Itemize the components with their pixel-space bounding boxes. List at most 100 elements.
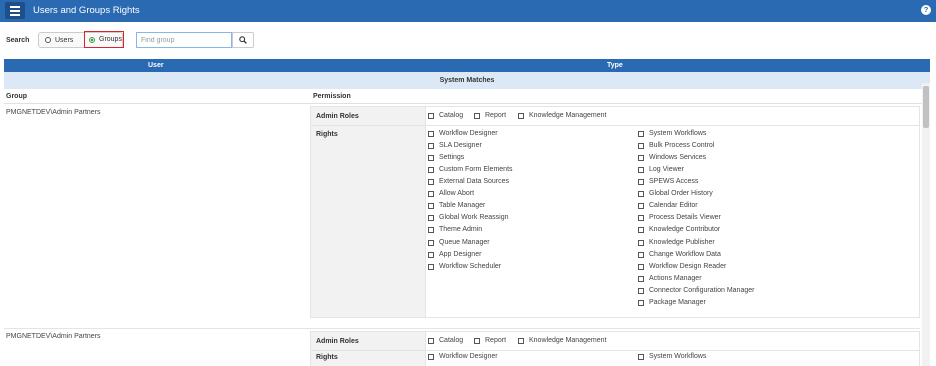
permission-panel: Admin Roles Rights Catalog Report Knowle…: [310, 106, 920, 318]
right-checkbox-queue-manager[interactable]: Queue Manager: [428, 239, 490, 246]
right-checkbox-sla-designer[interactable]: SLA Designer: [428, 142, 482, 149]
checkbox-label: Connector Configuration Manager: [649, 287, 755, 294]
scrollbar-thumb[interactable]: [923, 86, 929, 128]
role-checkbox-knowledge-management[interactable]: Knowledge Management: [518, 112, 606, 119]
header-user: User: [148, 61, 164, 69]
right-checkbox-custom-form-elements[interactable]: Custom Form Elements: [428, 166, 513, 173]
scrollbar[interactable]: [922, 83, 930, 366]
right-checkbox-package-manager[interactable]: Package Manager: [638, 299, 706, 306]
right-checkbox-workflow-scheduler[interactable]: Workflow Scheduler: [428, 263, 501, 270]
right-checkbox-connector-configuration-manager[interactable]: Connector Configuration Manager: [638, 287, 754, 294]
checkbox-icon: [638, 142, 644, 149]
right-checkbox-app-designer[interactable]: App Designer: [428, 251, 481, 258]
right-checkbox-table-manager[interactable]: Table Manager: [428, 202, 485, 209]
checkbox-icon: [638, 299, 644, 306]
checkbox-icon: [428, 166, 434, 173]
role-checkbox-catalog[interactable]: Catalog: [428, 337, 463, 344]
checkbox-label: Calendar Editor: [649, 202, 698, 209]
groups-radio-label: Groups: [99, 36, 122, 43]
app-header: Users and Groups Rights ?: [0, 0, 936, 22]
checkbox-label: Report: [485, 337, 507, 344]
checkbox-label: SPEWS Access: [649, 178, 699, 185]
right-checkbox-knowledge-publisher[interactable]: Knowledge Publisher: [638, 239, 715, 246]
checkbox-label: Queue Manager: [439, 239, 490, 246]
checkbox-label: External Data Sources: [439, 178, 510, 185]
checkbox-label: Catalog: [439, 337, 464, 344]
checkbox-icon: [428, 263, 434, 270]
role-checkbox-catalog[interactable]: Catalog: [428, 112, 463, 119]
search-type-toggle: Users Groups: [38, 31, 124, 48]
checkbox-icon: [638, 353, 644, 360]
checkbox-label: Global Order History: [649, 190, 713, 197]
checkbox-icon: [474, 112, 480, 119]
right-checkbox-theme-admin[interactable]: Theme Admin: [428, 226, 482, 233]
right-checkbox-bulk-process-control[interactable]: Bulk Process Control: [638, 142, 714, 149]
checkbox-label: Workflow Scheduler: [439, 263, 502, 270]
right-checkbox-workflow-designer[interactable]: Workflow Designer: [428, 353, 498, 360]
checkbox-label: Change Workflow Data: [649, 251, 721, 258]
column-group: Group: [6, 93, 27, 100]
right-checkbox-log-viewer[interactable]: Log Viewer: [638, 166, 684, 173]
checkbox-icon: [638, 275, 644, 282]
role-checkbox-report[interactable]: Report: [474, 337, 506, 344]
find-group-input[interactable]: [136, 32, 232, 48]
right-checkbox-actions-manager[interactable]: Actions Manager: [638, 275, 702, 282]
right-checkbox-allow-abort[interactable]: Allow Abort: [428, 190, 474, 197]
right-checkbox-system-workflows[interactable]: System Workflows: [638, 130, 706, 137]
checkbox-icon: [428, 239, 434, 246]
checkbox-label: Workflow Designer: [439, 353, 498, 360]
checkbox-label: Windows Services: [649, 154, 707, 161]
checkbox-icon: [428, 190, 434, 197]
right-checkbox-calendar-editor[interactable]: Calendar Editor: [638, 202, 698, 209]
right-checkbox-system-workflows[interactable]: System Workflows: [638, 353, 706, 360]
checkbox-label: Package Manager: [649, 299, 706, 306]
right-checkbox-global-work-reassign[interactable]: Global Work Reassign: [428, 214, 509, 221]
checkbox-icon: [428, 202, 434, 209]
checkbox-icon: [518, 337, 524, 344]
right-checkbox-workflow-designer[interactable]: Workflow Designer: [428, 130, 498, 137]
checkbox-label: Allow Abort: [439, 190, 475, 197]
checkbox-label: System Workflows: [649, 353, 707, 360]
right-checkbox-workflow-design-reader[interactable]: Workflow Design Reader: [638, 263, 726, 270]
right-checkbox-settings[interactable]: Settings: [428, 154, 464, 161]
right-checkbox-change-workflow-data[interactable]: Change Workflow Data: [638, 251, 721, 258]
checkbox-icon: [428, 251, 434, 258]
checkbox-icon: [638, 214, 644, 221]
right-checkbox-windows-services[interactable]: Windows Services: [638, 154, 706, 161]
section-system-matches: System Matches: [4, 72, 930, 89]
right-checkbox-knowledge-contributor[interactable]: Knowledge Contributor: [638, 226, 720, 233]
group-name: PMGNETDEV\Admin Partners: [6, 333, 101, 340]
groups-radio[interactable]: Groups: [84, 31, 124, 48]
checkbox-icon: [638, 202, 644, 209]
search-button[interactable]: [232, 32, 254, 48]
right-checkbox-global-order-history[interactable]: Global Order History: [638, 190, 713, 197]
admin-roles-label: Admin Roles: [316, 113, 359, 120]
column-headers: Group Permission: [4, 89, 930, 104]
permission-panel: Admin Roles Rights Catalog Report Knowle…: [310, 331, 920, 366]
role-checkbox-knowledge-management[interactable]: Knowledge Management: [518, 337, 606, 344]
group-name: PMGNETDEV\Admin Partners: [6, 109, 101, 116]
search-label: Search: [6, 37, 30, 44]
right-checkbox-spews-access[interactable]: SPEWS Access: [638, 178, 698, 185]
page-title: Users and Groups Rights: [33, 5, 140, 16]
search-icon: [239, 36, 247, 44]
checkbox-icon: [474, 337, 480, 344]
help-icon[interactable]: ?: [921, 5, 931, 15]
users-radio[interactable]: Users: [45, 33, 73, 47]
checkbox-icon: [638, 190, 644, 197]
column-permission: Permission: [313, 93, 351, 100]
checkbox-label: Theme Admin: [439, 226, 483, 233]
role-checkbox-report[interactable]: Report: [474, 112, 506, 119]
checkbox-icon: [428, 154, 434, 161]
rights-label: Rights: [316, 354, 338, 361]
checkbox-label: Knowledge Management: [529, 337, 607, 344]
checkbox-icon: [428, 337, 434, 344]
checkbox-label: Settings: [439, 154, 465, 161]
menu-icon[interactable]: [5, 2, 25, 19]
right-checkbox-process-details-viewer[interactable]: Process Details Viewer: [638, 214, 721, 221]
checkbox-icon: [638, 130, 644, 137]
checkbox-icon: [638, 166, 644, 173]
right-checkbox-external-data-sources[interactable]: External Data Sources: [428, 178, 509, 185]
checkbox-label: Log Viewer: [649, 166, 684, 173]
checkbox-label: SLA Designer: [439, 142, 482, 149]
